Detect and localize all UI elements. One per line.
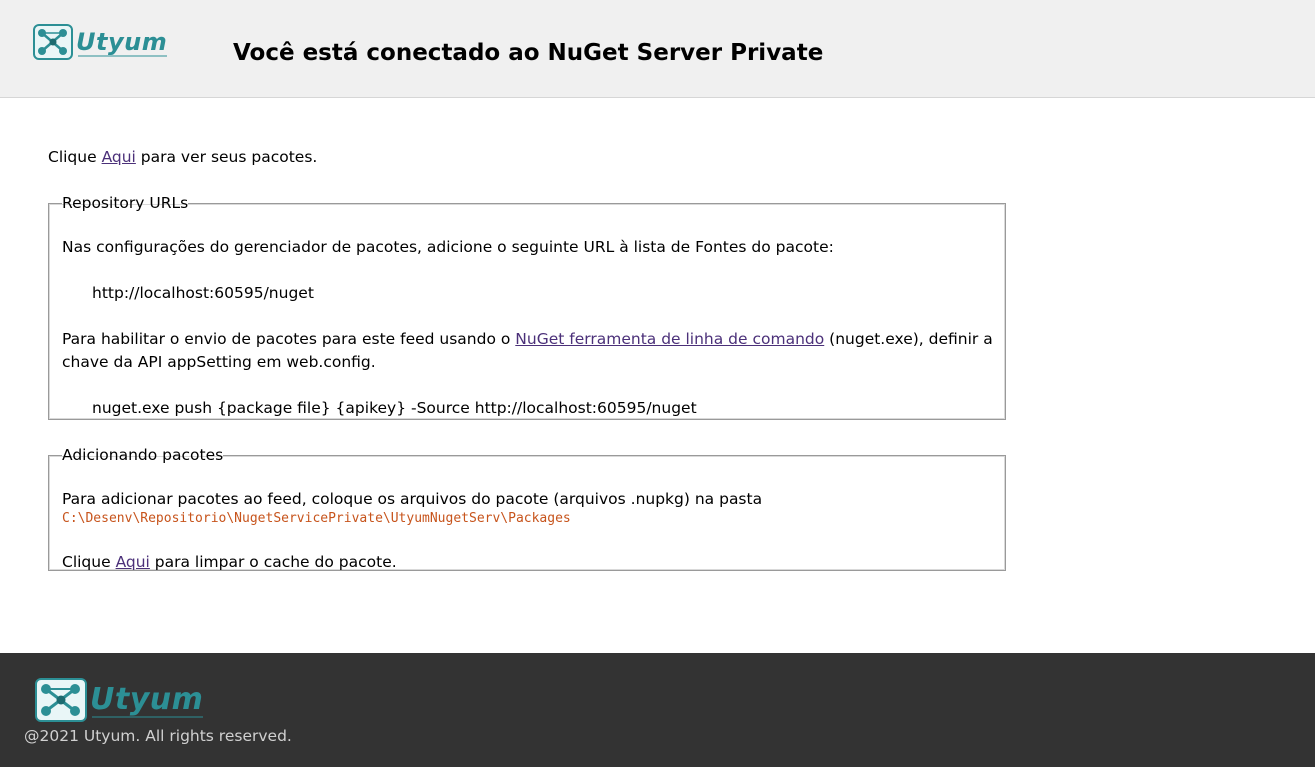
repository-source-url: http://localhost:60595/nuget bbox=[92, 284, 314, 302]
adding-instructions: Para adicionar pacotes ao feed, coloque … bbox=[62, 490, 763, 508]
push-command: nuget.exe push {package file} {apikey} -… bbox=[92, 399, 697, 417]
packages-folder-path: C:\Desenv\Repositorio\NugetServicePrivat… bbox=[62, 511, 571, 526]
footer-logo[interactable]: Utyum bbox=[35, 678, 204, 722]
adding-packages-section: Adicionando pacotes Para adicionar pacot… bbox=[48, 446, 1006, 571]
push-instructions: Para habilitar o envio de pacotes para e… bbox=[62, 330, 993, 348]
header-logo[interactable]: Utyum bbox=[33, 24, 168, 60]
utyum-logo-icon bbox=[33, 24, 73, 60]
view-packages-link[interactable]: Aqui bbox=[102, 148, 136, 166]
clear-cache-text: Clique Aqui para limpar o cache do pacot… bbox=[62, 553, 397, 571]
push-instructions-line2: chave da API appSetting em web.config. bbox=[62, 353, 376, 371]
repository-instructions: Nas configurações do gerenciador de paco… bbox=[62, 238, 834, 256]
page-footer: Utyum @2021 Utyum. All rights reserved. bbox=[0, 653, 1315, 767]
adding-packages-legend: Adicionando pacotes bbox=[62, 446, 224, 464]
utyum-logo-icon bbox=[35, 678, 87, 722]
clear-cache-link[interactable]: Aqui bbox=[116, 553, 150, 571]
copyright-text: @2021 Utyum. All rights reserved. bbox=[24, 727, 292, 745]
repository-urls-legend: Repository URLs bbox=[62, 194, 189, 212]
page-header: Utyum Você está conectado ao NuGet Serve… bbox=[0, 0, 1315, 98]
logo-wordmark: Utyum bbox=[76, 28, 168, 57]
nuget-cli-link[interactable]: NuGet ferramenta de linha de comando bbox=[515, 330, 824, 348]
intro-text: Clique Aqui para ver seus pacotes. bbox=[48, 148, 318, 166]
repository-urls-section: Repository URLs Nas configurações do ger… bbox=[48, 194, 1006, 420]
page-title: Você está conectado ao NuGet Server Priv… bbox=[233, 40, 824, 66]
logo-wordmark: Utyum bbox=[90, 682, 204, 718]
